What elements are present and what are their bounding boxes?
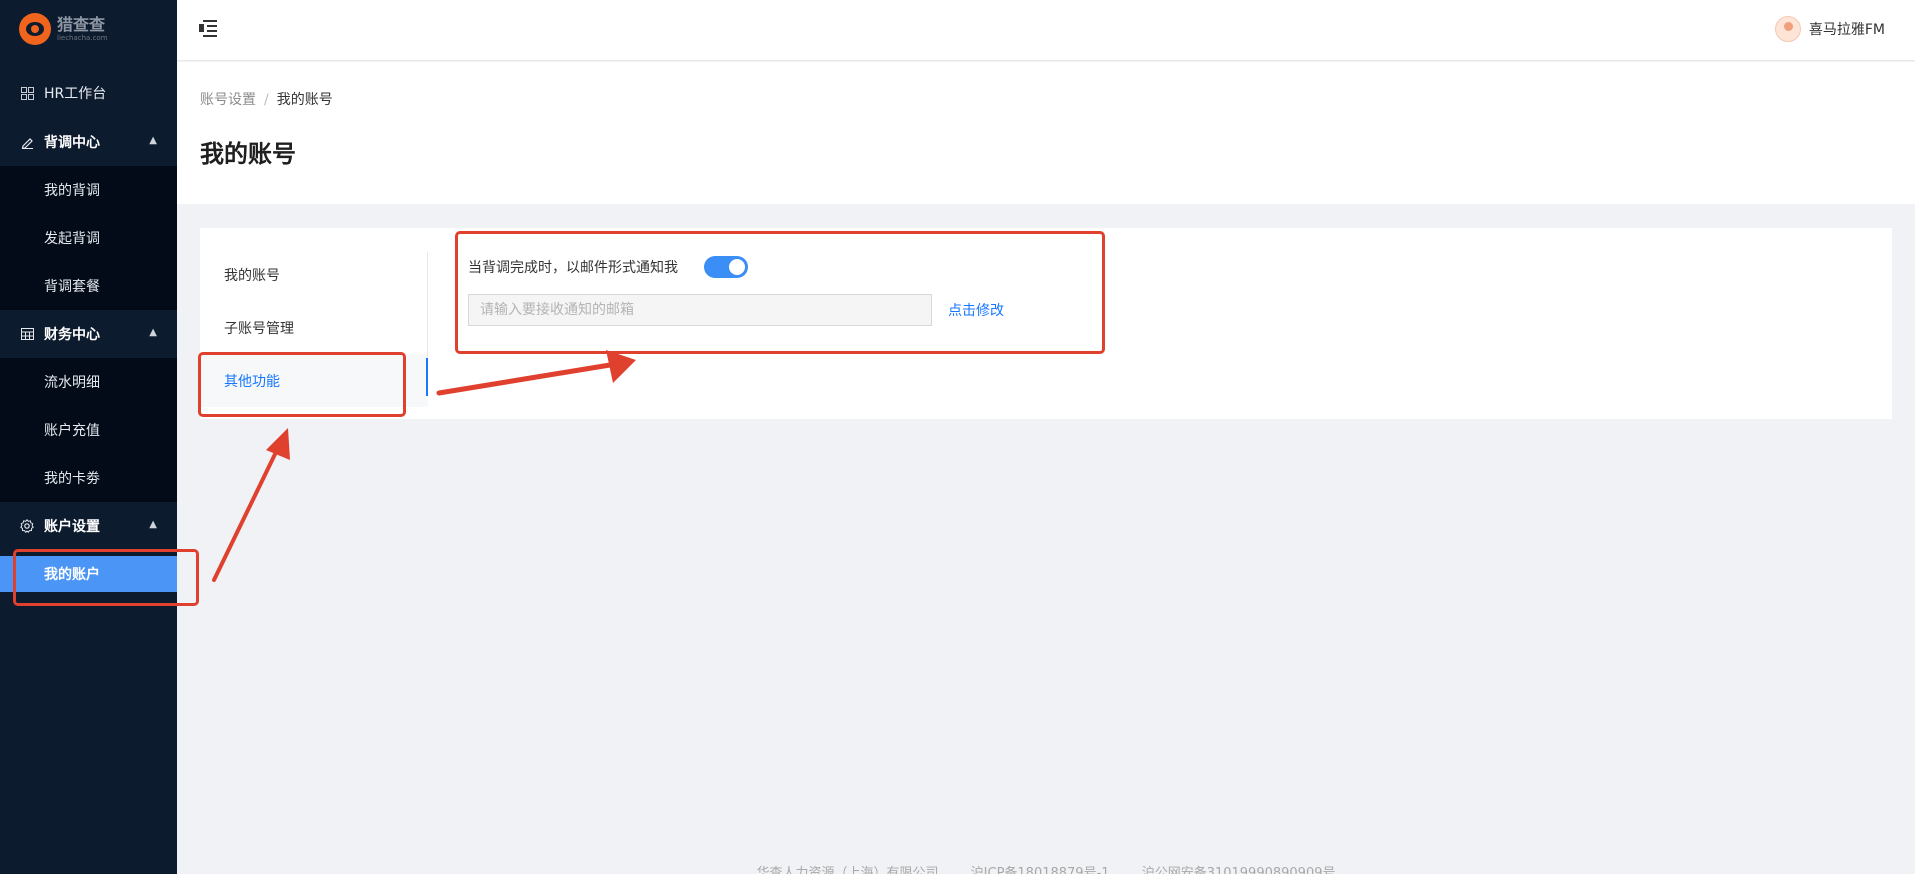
sidebar-item-label: HR工作台	[44, 86, 107, 102]
tab-sub-accounts[interactable]: 子账号管理	[200, 301, 428, 354]
menu-fold-icon[interactable]	[199, 19, 219, 37]
footer-icp[interactable]: 沪ICP备18018879号-1	[971, 866, 1110, 874]
sidebar-group-label: 账户设置	[44, 519, 100, 535]
edit-icon	[20, 135, 34, 149]
breadcrumb: 账号设置 / 我的账号	[200, 89, 333, 109]
sidebar-item-my-account[interactable]: 我的账户	[0, 556, 177, 592]
tabs-active-indicator	[426, 358, 428, 396]
sidebar-group-label: 背调中心	[44, 135, 100, 151]
sidebar-group-finance[interactable]: 财务中心 ▲	[0, 310, 177, 358]
chevron-up-icon: ▲	[149, 135, 157, 146]
sidebar-item-my-coupons[interactable]: 我的卡劵	[0, 454, 177, 502]
email-field[interactable]	[468, 294, 932, 326]
tab-other-features[interactable]: 其他功能	[200, 354, 428, 407]
logo-subtext: liechacha.com	[57, 33, 108, 42]
user-menu[interactable]: 喜马拉雅FM	[1774, 16, 1885, 42]
sidebar: 猎查查 liechacha.com HR工作台 背调中心 ▲ 我的背调 发起背调…	[0, 0, 177, 874]
chevron-up-icon: ▲	[149, 519, 157, 530]
annotation-arrowhead-up	[266, 428, 290, 460]
page-title: 我的账号	[200, 140, 296, 168]
sidebar-item-hr-workbench[interactable]: HR工作台	[0, 68, 177, 118]
top-header: 喜马拉雅FM	[177, 0, 1915, 61]
footer-police[interactable]: 沪公网安备31019990890909号	[1142, 866, 1336, 874]
sidebar-item-transactions[interactable]: 流水明细	[0, 358, 177, 406]
settings-card: 我的账号 子账号管理 其他功能 当背调完成时，以邮件形式通知我 点击修改	[200, 228, 1892, 419]
breadcrumb-current: 我的账号	[276, 92, 333, 108]
page-header: 账号设置 / 我的账号 我的账号	[177, 62, 1915, 204]
vertical-tabs: 我的账号 子账号管理 其他功能	[200, 248, 428, 407]
sidebar-item-start-check[interactable]: 发起背调	[0, 214, 177, 262]
sidebar-group-account-settings[interactable]: 账户设置 ▲	[0, 502, 177, 550]
sidebar-sublist: 我的背调 发起背调 背调套餐	[0, 166, 177, 310]
notify-label: 当背调完成时，以邮件形式通知我	[468, 260, 678, 276]
modify-email-link[interactable]: 点击修改	[948, 300, 1004, 320]
footer-company: 华查人力资源（上海）有限公司	[756, 866, 939, 874]
sidebar-item-check-packages[interactable]: 背调套餐	[0, 262, 177, 310]
chevron-up-icon: ▲	[149, 327, 157, 338]
email-notify-toggle[interactable]	[704, 256, 748, 278]
breadcrumb-parent[interactable]: 账号设置	[200, 92, 256, 108]
user-name: 喜马拉雅FM	[1808, 22, 1885, 38]
email-notify-setting: 当背调完成时，以邮件形式通知我	[468, 252, 748, 282]
sidebar-group-label: 财务中心	[44, 327, 100, 343]
table-icon	[20, 327, 34, 341]
annotation-arrow-up	[212, 446, 280, 582]
sidebar-item-my-checks[interactable]: 我的背调	[0, 166, 177, 214]
logo[interactable]: 猎查查 liechacha.com	[0, 0, 177, 58]
sidebar-sublist: 流水明细 账户充值 我的卡劵	[0, 358, 177, 502]
avatar	[1774, 16, 1801, 42]
footer: 华查人力资源（上海）有限公司 沪ICP备18018879号-1 沪公网安备310…	[177, 862, 1915, 874]
sidebar-item-recharge[interactable]: 账户充值	[0, 406, 177, 454]
breadcrumb-separator: /	[264, 92, 269, 108]
gear-icon	[20, 519, 34, 533]
logo-text: 猎查查	[57, 14, 106, 34]
grid-icon	[20, 86, 34, 100]
sidebar-group-background-check[interactable]: 背调中心 ▲	[0, 118, 177, 166]
tab-my-account[interactable]: 我的账号	[200, 248, 428, 301]
logo-eye-icon	[19, 13, 51, 45]
